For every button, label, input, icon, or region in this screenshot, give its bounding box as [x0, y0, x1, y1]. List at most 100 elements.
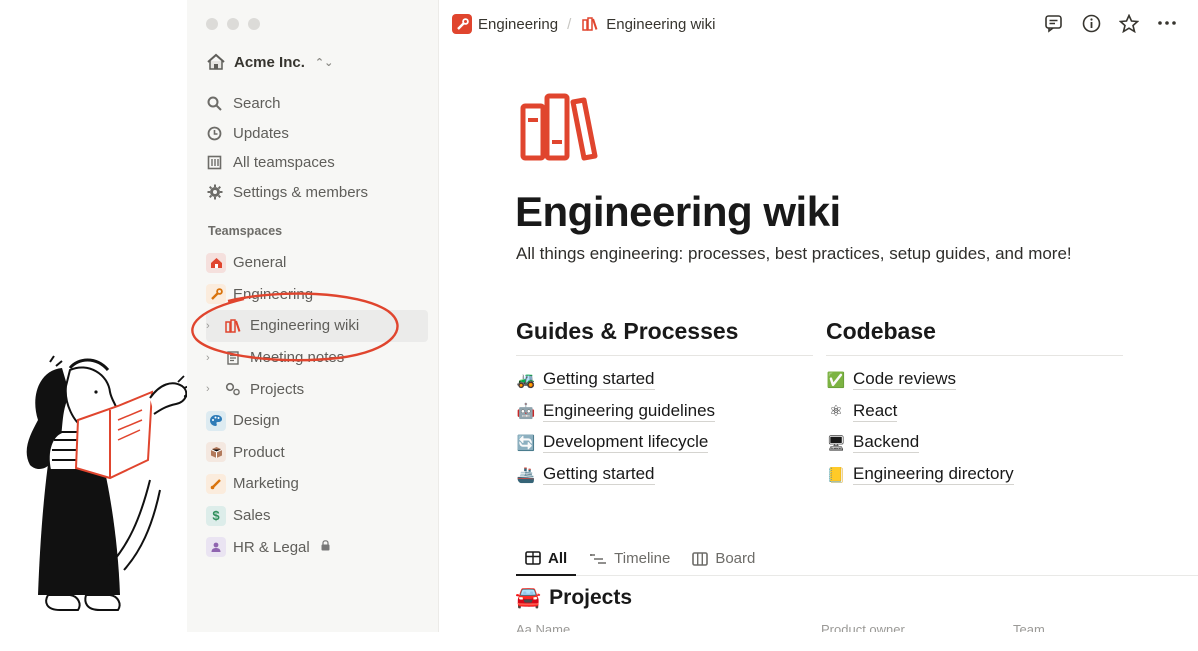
sidebar-item-settings[interactable]: Settings & members	[206, 178, 431, 208]
sidebar-item-sales[interactable]: $ Sales	[206, 500, 431, 532]
more-icon[interactable]	[1156, 12, 1178, 34]
link-list: ✅ Code reviews ⚛ React 🖥 Backend 📒 Engin…	[826, 356, 1123, 490]
sidebar-item-label: Updates	[233, 124, 289, 142]
sidebar-item-updates[interactable]: Updates	[206, 119, 431, 149]
table-header: Aa Name Product owner Team	[516, 622, 1198, 632]
workspace-switcher[interactable]: Acme Inc. ⌃⌄	[206, 53, 333, 71]
column-header-name[interactable]: Aa Name	[516, 622, 570, 632]
page-link[interactable]: 📒 Engineering directory	[826, 459, 1123, 491]
page-link-label: Backend	[853, 432, 920, 454]
tractor-icon: 🚜	[516, 371, 536, 389]
sidebar-item-label: Meeting notes	[250, 349, 345, 367]
table-icon	[525, 551, 541, 565]
sidebar-item-design[interactable]: Design	[206, 405, 431, 437]
sidebar-item-label: Product	[233, 443, 285, 461]
robot-icon: 🤖	[516, 403, 536, 421]
books-icon	[580, 14, 600, 34]
building-icon	[206, 154, 223, 171]
page-link[interactable]: 🤖 Engineering guidelines	[516, 396, 813, 428]
tab-label: All	[548, 549, 568, 567]
teamspaces-section-label: Teamspaces	[208, 224, 283, 238]
chevron-right-icon[interactable]: ›	[206, 352, 216, 364]
sidebar-item-meeting-notes[interactable]: › Meeting notes	[206, 342, 431, 374]
projects-title: Projects	[549, 586, 633, 609]
maximize-window-button[interactable]	[248, 18, 260, 30]
page-link[interactable]: 🚜 Getting started	[516, 364, 813, 396]
page-link[interactable]: ⚛ React	[826, 396, 1123, 428]
page-link-label: Development lifecycle	[543, 432, 709, 454]
monitor-icon: 🖥	[826, 434, 846, 452]
sidebar-item-label: Search	[233, 95, 281, 113]
page-link-label: Getting started	[543, 464, 655, 486]
sidebar-item-marketing[interactable]: Marketing	[206, 468, 431, 500]
chevron-updown-icon: ⌃⌄	[314, 56, 334, 69]
tab-label: Board	[715, 550, 756, 567]
comment-icon[interactable]	[1042, 12, 1064, 34]
person-icon	[206, 537, 226, 558]
board-icon	[692, 551, 709, 566]
star-icon[interactable]	[1118, 12, 1140, 34]
page-actions	[1042, 12, 1178, 34]
page-link[interactable]: 🚢 Getting started	[516, 459, 813, 491]
chevron-right-icon[interactable]: ›	[206, 320, 216, 332]
sidebar-item-all-teamspaces[interactable]: All teamspaces	[206, 148, 431, 178]
tab-label: Timeline	[614, 550, 671, 567]
gear-icon	[206, 184, 223, 201]
sidebar-item-hr-legal[interactable]: HR & Legal	[206, 531, 431, 563]
column-heading: Codebase	[826, 318, 1123, 356]
dollar-icon: $	[206, 505, 226, 526]
teamspace-list: General Engineering › Engineering wiki ›…	[206, 247, 431, 563]
cycle-icon: 🔄	[516, 434, 536, 452]
sidebar-item-product[interactable]: Product	[206, 437, 431, 469]
sidebar-item-label: All teamspaces	[233, 154, 335, 172]
minimize-window-button[interactable]	[227, 18, 239, 30]
car-icon: 🚘	[515, 586, 542, 609]
tab-timeline[interactable]: Timeline	[580, 542, 679, 575]
tab-board[interactable]: Board	[683, 542, 764, 575]
books-icon	[223, 316, 243, 336]
sidebar-item-label: Engineering	[233, 285, 314, 303]
window-controls	[206, 18, 260, 30]
atom-icon: ⚛	[829, 403, 843, 421]
tab-all[interactable]: All	[516, 542, 577, 576]
brush-icon	[206, 473, 226, 494]
page-link-label: Getting started	[543, 369, 655, 391]
page-link[interactable]: 🖥 Backend	[826, 427, 1123, 459]
search-icon	[206, 95, 223, 112]
page-link-label: Code reviews	[853, 369, 956, 391]
page-link[interactable]: 🔄 Development lifecycle	[516, 427, 813, 459]
column-heading: Guides & Processes	[516, 318, 813, 356]
page-link[interactable]: ✅ Code reviews	[826, 364, 1123, 396]
chevron-right-icon[interactable]: ›	[206, 383, 216, 395]
projects-heading[interactable]: 🚘 Projects	[515, 586, 632, 610]
sidebar-item-general[interactable]: General	[206, 247, 431, 279]
sidebar-item-label: Settings & members	[233, 183, 369, 201]
close-window-button[interactable]	[206, 18, 218, 30]
sidebar-item-label: General	[233, 254, 287, 272]
sidebar-item-search[interactable]: Search	[206, 89, 431, 119]
house-icon	[206, 252, 226, 273]
notebook-icon: 📒	[826, 466, 846, 484]
sidebar-item-engineering[interactable]: Engineering	[206, 279, 431, 311]
page-link-label: Engineering guidelines	[543, 400, 716, 422]
sidebar-item-label: HR & Legal	[233, 538, 310, 556]
workspace-name: Acme Inc.	[234, 53, 305, 71]
column-header-product-owner[interactable]: Product owner	[821, 622, 905, 632]
info-icon[interactable]	[1080, 12, 1102, 34]
topbar: Engineering / Engineering wiki	[452, 12, 1178, 36]
guides-column: Guides & Processes 🚜 Getting started 🤖 E…	[516, 318, 813, 490]
sidebar-item-label: Projects	[250, 380, 305, 398]
breadcrumb-current[interactable]: Engineering wiki	[606, 16, 715, 33]
column-header-team[interactable]: Team	[1013, 622, 1045, 632]
sidebar-item-engineering-wiki[interactable]: › Engineering wiki	[206, 310, 428, 342]
checkmark-icon: ✅	[826, 371, 846, 389]
sidebar-item-projects[interactable]: › Projects	[206, 373, 431, 405]
books-icon	[520, 93, 598, 161]
timeline-icon	[590, 553, 607, 564]
view-tabs: All Timeline Board	[516, 542, 1198, 576]
page-link-label: Engineering directory	[853, 464, 1014, 486]
breadcrumb: Engineering / Engineering wiki	[452, 14, 715, 34]
wrench-icon	[206, 284, 226, 305]
person-reading-illustration	[26, 355, 193, 611]
breadcrumb-parent[interactable]: Engineering	[478, 16, 558, 33]
